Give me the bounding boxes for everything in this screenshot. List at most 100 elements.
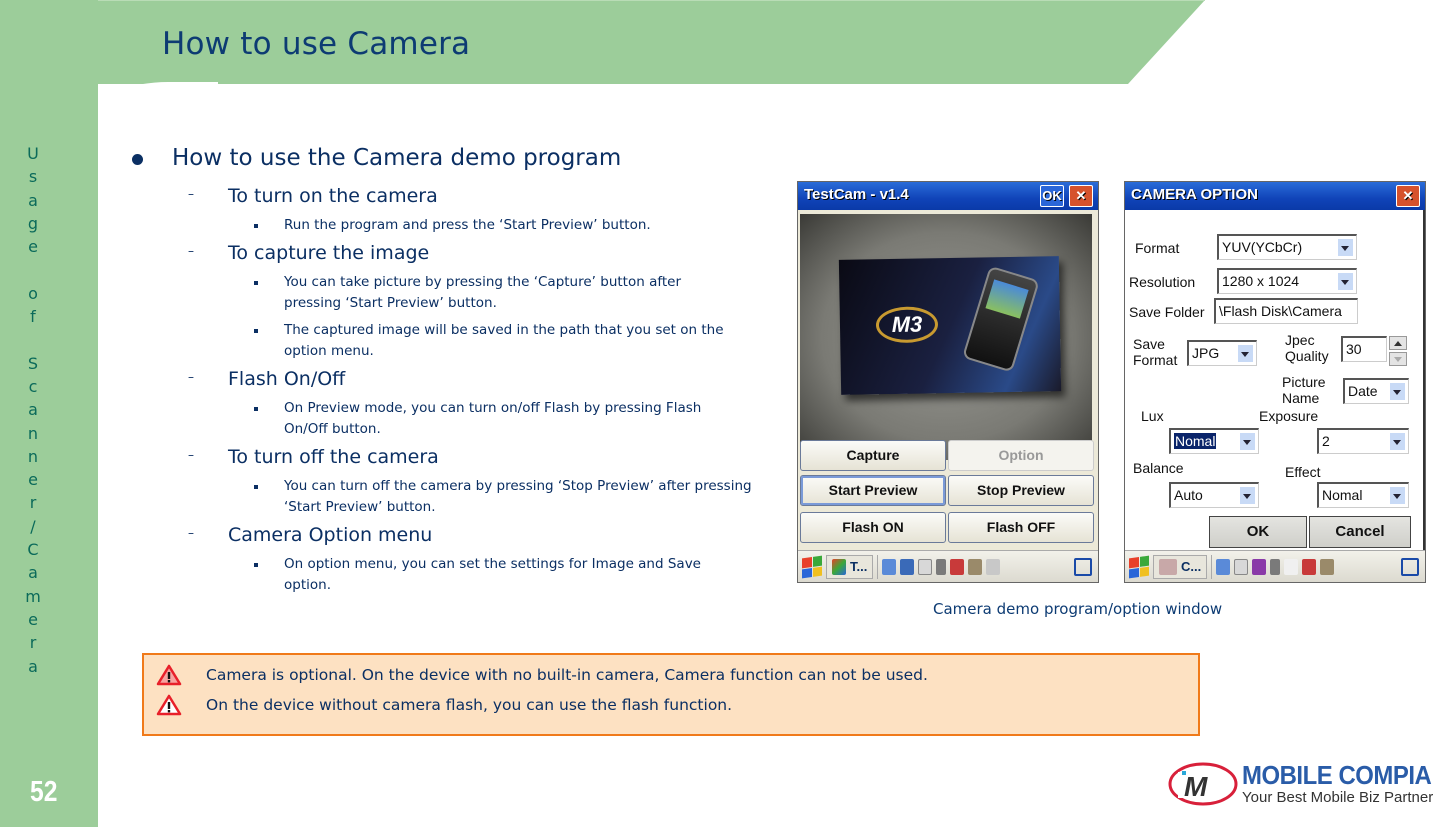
spin-down-icon[interactable] <box>1389 352 1407 366</box>
notice-box: Camera is optional. On the device with n… <box>142 653 1200 736</box>
save-folder-label: Save Folder <box>1129 304 1205 320</box>
side-label-char: e <box>28 237 38 257</box>
f-icon[interactable] <box>1284 558 1299 575</box>
balance-select[interactable]: Auto <box>1169 482 1259 508</box>
save-folder-input[interactable]: \Flash Disk\Camera <box>1214 298 1358 324</box>
section-item: You can turn off the camera by pressing … <box>150 476 760 518</box>
keyboard-icon[interactable] <box>968 558 983 575</box>
dropdown-arrow-icon[interactable] <box>1390 433 1405 450</box>
start-preview-button[interactable]: Start Preview <box>800 475 946 506</box>
cancel-button[interactable]: Cancel <box>1309 516 1411 548</box>
side-label-char: a <box>28 563 38 583</box>
side-label-char: C <box>27 540 39 560</box>
slide-title: How to use Camera <box>162 26 471 62</box>
app-icon <box>832 558 846 575</box>
side-label-char: a <box>28 190 38 210</box>
start-flag-icon[interactable] <box>1129 555 1149 578</box>
dropdown-arrow-icon[interactable] <box>1338 239 1353 256</box>
side-label-char: m <box>25 586 41 606</box>
notice-item: On the device without camera flash, you … <box>156 694 732 716</box>
testcam-window: TestCam - v1.4 OK ✕ M3 Capture Option St… <box>797 181 1099 583</box>
dropdown-arrow-icon[interactable] <box>1240 487 1255 504</box>
format-select[interactable]: YUV(YCbCr) <box>1217 234 1357 260</box>
square-bullet-icon <box>254 329 258 333</box>
scanner-icon[interactable] <box>950 558 965 575</box>
logo-name: MOBILE COMPIA <box>1242 760 1432 790</box>
camera-app-icon <box>1159 558 1177 575</box>
connectivity-icon[interactable] <box>1216 558 1231 575</box>
taskbar-item[interactable]: C... <box>1153 554 1208 579</box>
page-number: 52 <box>30 776 58 808</box>
jpec-quality-label: Jpec Quality <box>1285 332 1329 364</box>
square-bullet-icon <box>254 485 258 489</box>
save-format-label: Save Format <box>1133 336 1178 368</box>
picture-name-label: Picture Name <box>1282 374 1326 406</box>
lux-select[interactable]: Nomal <box>1169 428 1259 454</box>
close-button[interactable]: ✕ <box>1396 185 1420 207</box>
taskbar-item[interactable]: T... <box>826 554 874 579</box>
taskbar: C... <box>1125 550 1425 582</box>
battery-icon[interactable] <box>1234 558 1249 575</box>
volume-icon[interactable] <box>936 558 947 575</box>
scanner-icon[interactable] <box>1302 558 1317 575</box>
side-label-char: r <box>29 493 37 513</box>
dropdown-arrow-icon[interactable] <box>1338 273 1353 290</box>
main-heading: How to use the Camera demo program <box>172 145 622 171</box>
section-item: The captured image will be saved in the … <box>150 320 750 362</box>
option-button[interactable]: Option <box>948 440 1094 471</box>
picture-name-select[interactable]: Date <box>1343 378 1409 404</box>
box-logo: M3 <box>875 306 939 344</box>
exposure-label: Exposure <box>1259 408 1319 424</box>
save-format-select[interactable]: JPG <box>1187 340 1257 366</box>
figure-caption: Camera demo program/option window <box>933 600 1223 618</box>
side-label-char: U <box>27 144 39 163</box>
main-content: How to use the Camera demo program – To t… <box>132 145 752 602</box>
spin-up-icon[interactable] <box>1389 336 1407 350</box>
window-title: CAMERA OPTION <box>1131 186 1258 203</box>
camera-option-window: CAMERA OPTION ✕ Format YUV(YCbCr) Resolu… <box>1124 181 1426 583</box>
quality-spinner[interactable] <box>1389 336 1407 366</box>
logo-mark-icon: M <box>1168 762 1238 806</box>
side-label-char: S <box>27 353 39 373</box>
ok-button[interactable]: OK <box>1040 185 1064 207</box>
dash-icon: – <box>188 526 194 540</box>
warning-icon <box>156 664 182 686</box>
dropdown-arrow-icon[interactable] <box>1240 433 1255 450</box>
dash-icon: – <box>188 370 194 384</box>
connectivity-icon[interactable] <box>882 558 897 575</box>
dash-icon: – <box>188 244 194 258</box>
volume-icon[interactable] <box>1270 558 1281 575</box>
flash-on-button[interactable]: Flash ON <box>800 512 946 543</box>
flash-off-button[interactable]: Flash OFF <box>948 512 1094 543</box>
square-bullet-icon <box>254 281 258 285</box>
camera-preview: M3 <box>800 214 1092 460</box>
sidebar <box>0 0 98 827</box>
section-item: Run the program and press the ‘Start Pre… <box>150 215 750 236</box>
side-label-char: e <box>28 609 38 629</box>
window-switch-icon[interactable] <box>1401 557 1419 576</box>
start-flag-icon[interactable] <box>802 555 822 578</box>
effect-select[interactable]: Nomal <box>1317 482 1409 508</box>
dropdown-arrow-icon[interactable] <box>1390 383 1405 400</box>
resolution-select[interactable]: 1280 x 1024 <box>1217 268 1357 294</box>
keyboard-icon[interactable] <box>1320 558 1335 575</box>
exposure-select[interactable]: 2 <box>1317 428 1409 454</box>
f-icon[interactable] <box>986 558 1001 575</box>
company-logo: M MOBILE COMPIA Your Best Mobile Biz Par… <box>1168 758 1452 808</box>
phone-image <box>961 265 1040 373</box>
format-label: Format <box>1135 240 1180 256</box>
window-switch-icon[interactable] <box>1074 557 1092 576</box>
side-label-char: a <box>28 656 38 676</box>
side-label-char <box>30 258 35 281</box>
ok-button[interactable]: OK <box>1209 516 1307 548</box>
wireless-icon[interactable] <box>1252 558 1267 575</box>
dropdown-arrow-icon[interactable] <box>1238 345 1253 362</box>
warning-icon <box>156 694 182 716</box>
jpec-quality-input[interactable]: 30 <box>1341 336 1387 362</box>
capture-button[interactable]: Capture <box>800 440 946 471</box>
battery-icon[interactable] <box>918 558 933 575</box>
signal-icon[interactable] <box>900 558 915 575</box>
close-button[interactable]: ✕ <box>1069 185 1093 207</box>
stop-preview-button[interactable]: Stop Preview <box>948 475 1094 506</box>
dropdown-arrow-icon[interactable] <box>1390 487 1405 504</box>
